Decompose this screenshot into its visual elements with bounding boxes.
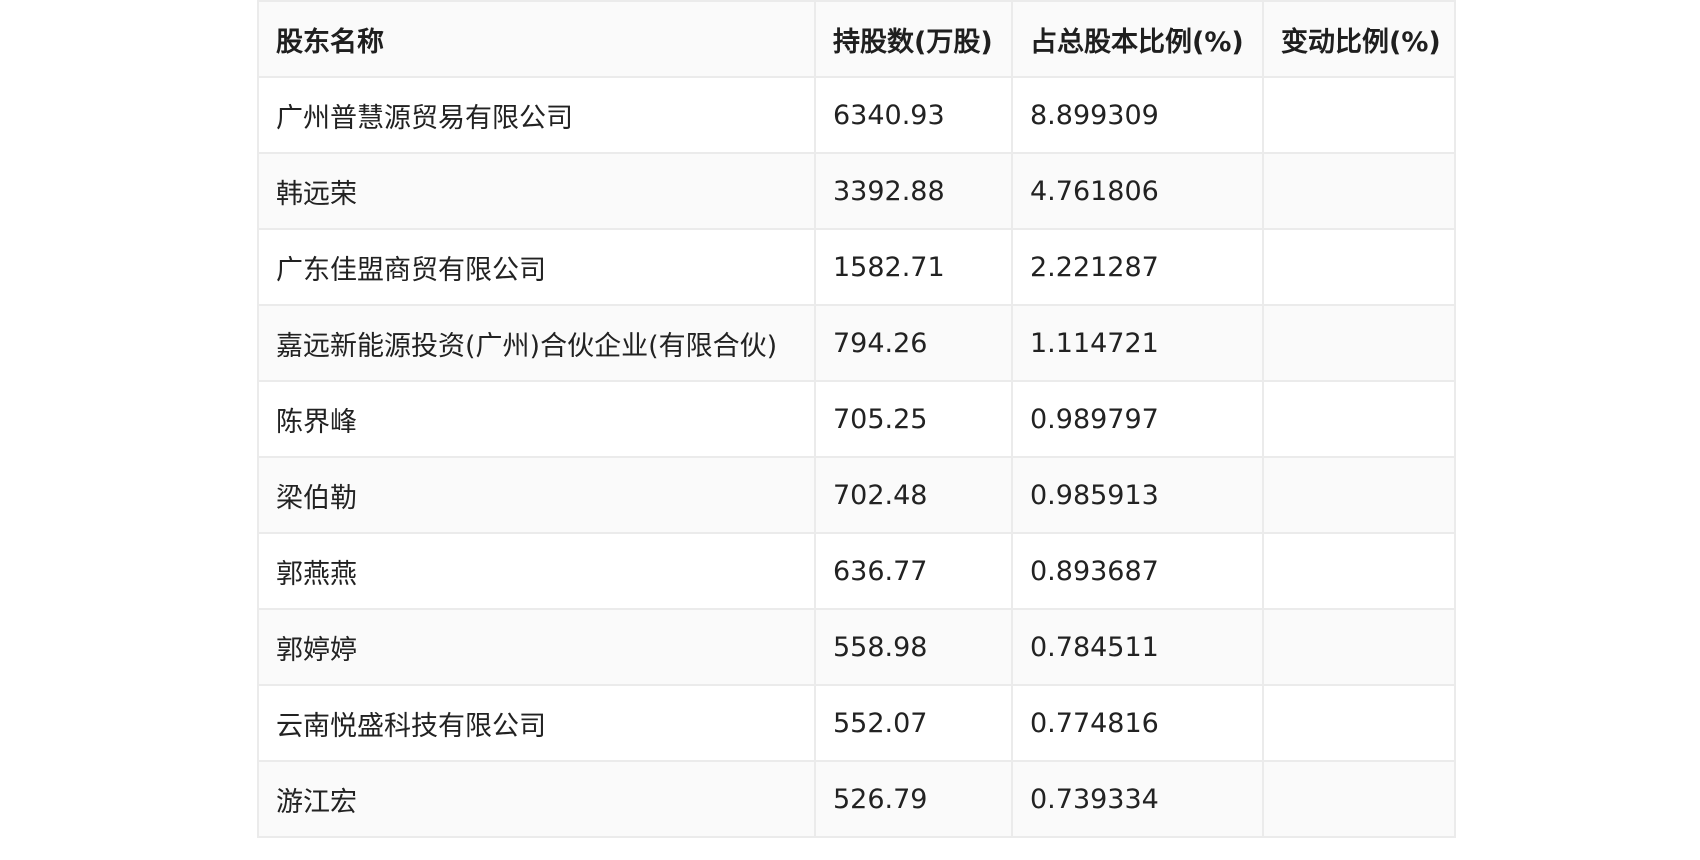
table-row: 广州普慧源贸易有限公司 6340.93 8.899309: [257, 76, 1456, 154]
cell-shareholder-name: 广东佳盟商贸有限公司: [257, 228, 816, 306]
cell-shares-held: 6340.93: [814, 76, 1013, 154]
cell-change-ratio: [1262, 152, 1456, 230]
cell-share-ratio: 8.899309: [1011, 76, 1264, 154]
cell-share-ratio: 2.221287: [1011, 228, 1264, 306]
cell-change-ratio: [1262, 456, 1456, 534]
column-header-share-ratio: 占总股本比例(%): [1011, 0, 1264, 78]
cell-shares-held: 705.25: [814, 380, 1013, 458]
cell-change-ratio: [1262, 684, 1456, 762]
cell-shareholder-name: 广州普慧源贸易有限公司: [257, 76, 816, 154]
cell-shareholder-name: 游江宏: [257, 760, 816, 838]
table-row: 游江宏 526.79 0.739334: [257, 760, 1456, 838]
cell-shares-held: 526.79: [814, 760, 1013, 838]
cell-change-ratio: [1262, 380, 1456, 458]
cell-shareholder-name: 梁伯勒: [257, 456, 816, 534]
table-row: 郭燕燕 636.77 0.893687: [257, 532, 1456, 610]
cell-shares-held: 794.26: [814, 304, 1013, 382]
cell-share-ratio: 0.989797: [1011, 380, 1264, 458]
cell-share-ratio: 0.739334: [1011, 760, 1264, 838]
cell-shareholder-name: 嘉远新能源投资(广州)合伙企业(有限合伙): [257, 304, 816, 382]
cell-shareholder-name: 郭婷婷: [257, 608, 816, 686]
table-row: 云南悦盛科技有限公司 552.07 0.774816: [257, 684, 1456, 762]
cell-shareholder-name: 韩远荣: [257, 152, 816, 230]
cell-change-ratio: [1262, 304, 1456, 382]
table-header-row: 股东名称 持股数(万股) 占总股本比例(%) 变动比例(%): [257, 0, 1456, 78]
shareholder-table-container: 股东名称 持股数(万股) 占总股本比例(%) 变动比例(%) 广州普慧源贸易有限…: [257, 0, 1456, 838]
column-header-shareholder-name: 股东名称: [257, 0, 816, 78]
cell-shares-held: 3392.88: [814, 152, 1013, 230]
cell-change-ratio: [1262, 76, 1456, 154]
cell-share-ratio: 1.114721: [1011, 304, 1264, 382]
cell-share-ratio: 0.774816: [1011, 684, 1264, 762]
table-row: 广东佳盟商贸有限公司 1582.71 2.221287: [257, 228, 1456, 306]
table-row: 梁伯勒 702.48 0.985913: [257, 456, 1456, 534]
cell-share-ratio: 4.761806: [1011, 152, 1264, 230]
column-header-change-ratio: 变动比例(%): [1262, 0, 1456, 78]
cell-change-ratio: [1262, 608, 1456, 686]
cell-shares-held: 702.48: [814, 456, 1013, 534]
cell-shares-held: 558.98: [814, 608, 1013, 686]
table-row: 嘉远新能源投资(广州)合伙企业(有限合伙) 794.26 1.114721: [257, 304, 1456, 382]
cell-change-ratio: [1262, 228, 1456, 306]
cell-shareholder-name: 郭燕燕: [257, 532, 816, 610]
cell-shares-held: 552.07: [814, 684, 1013, 762]
cell-shares-held: 636.77: [814, 532, 1013, 610]
cell-share-ratio: 0.784511: [1011, 608, 1264, 686]
table-row: 郭婷婷 558.98 0.784511: [257, 608, 1456, 686]
cell-share-ratio: 0.985913: [1011, 456, 1264, 534]
cell-shares-held: 1582.71: [814, 228, 1013, 306]
table-row: 韩远荣 3392.88 4.761806: [257, 152, 1456, 230]
cell-change-ratio: [1262, 760, 1456, 838]
cell-shareholder-name: 陈界峰: [257, 380, 816, 458]
cell-change-ratio: [1262, 532, 1456, 610]
table-row: 陈界峰 705.25 0.989797: [257, 380, 1456, 458]
column-header-shares-held: 持股数(万股): [814, 0, 1013, 78]
cell-shareholder-name: 云南悦盛科技有限公司: [257, 684, 816, 762]
cell-share-ratio: 0.893687: [1011, 532, 1264, 610]
shareholder-table: 股东名称 持股数(万股) 占总股本比例(%) 变动比例(%) 广州普慧源贸易有限…: [257, 0, 1456, 838]
